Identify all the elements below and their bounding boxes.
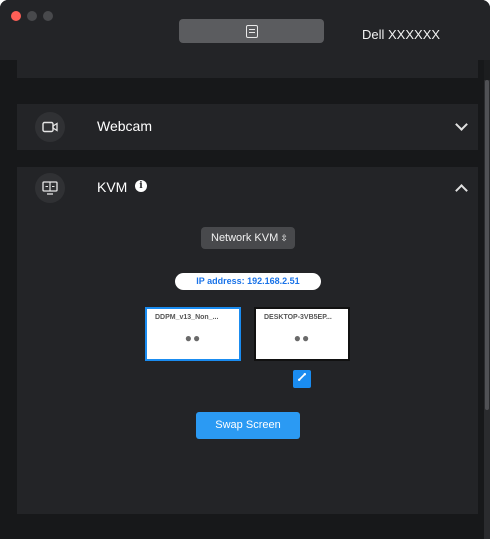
webcam-section[interactable]: Webcam xyxy=(17,104,478,150)
ip-address-label: IP address: 192.168.2.51 xyxy=(175,273,321,290)
maximize-window-button[interactable] xyxy=(43,11,53,21)
previous-section-panel xyxy=(17,60,478,78)
close-window-button[interactable] xyxy=(11,11,21,21)
chevron-down-icon[interactable] xyxy=(455,118,468,131)
screen-1-name: DDPM_v13_Non_... xyxy=(155,314,219,321)
kvm-mode-value: Network KVM xyxy=(211,232,279,244)
monitor-name: Dell XXXXXX xyxy=(362,27,441,42)
kvm-mode-select[interactable]: Network KVM ⇳ xyxy=(201,227,295,249)
info-icon[interactable]: i xyxy=(135,180,147,192)
webcam-icon xyxy=(35,112,65,142)
kvm-title: KVM xyxy=(97,179,128,195)
kvm-section: KVM i Network KVM ⇳ IP address: 192.168.… xyxy=(17,167,478,514)
chevron-up-icon[interactable] xyxy=(455,184,468,197)
app-window: Dell XXXXXX Webcam KVM i Network KVM ⇳ I… xyxy=(0,0,490,539)
screen-1-dots: ●● xyxy=(184,331,202,345)
screen-2-dots: ●● xyxy=(293,331,311,345)
screen-2[interactable]: DESKTOP-3VB5EP... ●● xyxy=(254,307,350,361)
link-icon[interactable] xyxy=(293,370,311,388)
screen-2-name: DESKTOP-3VB5EP... xyxy=(264,314,332,321)
minimize-window-button[interactable] xyxy=(27,11,37,21)
kvm-icon xyxy=(35,173,65,203)
swap-screen-button[interactable]: Swap Screen xyxy=(196,412,300,439)
title-bar: Dell XXXXXX xyxy=(0,0,490,60)
screen-1[interactable]: DDPM_v13_Non_... ●● xyxy=(145,307,241,361)
webcam-title: Webcam xyxy=(97,118,152,134)
select-arrows-icon: ⇳ xyxy=(280,233,288,243)
menu-button[interactable] xyxy=(179,19,324,43)
document-icon xyxy=(245,24,258,38)
scrollbar-thumb[interactable] xyxy=(485,80,489,410)
